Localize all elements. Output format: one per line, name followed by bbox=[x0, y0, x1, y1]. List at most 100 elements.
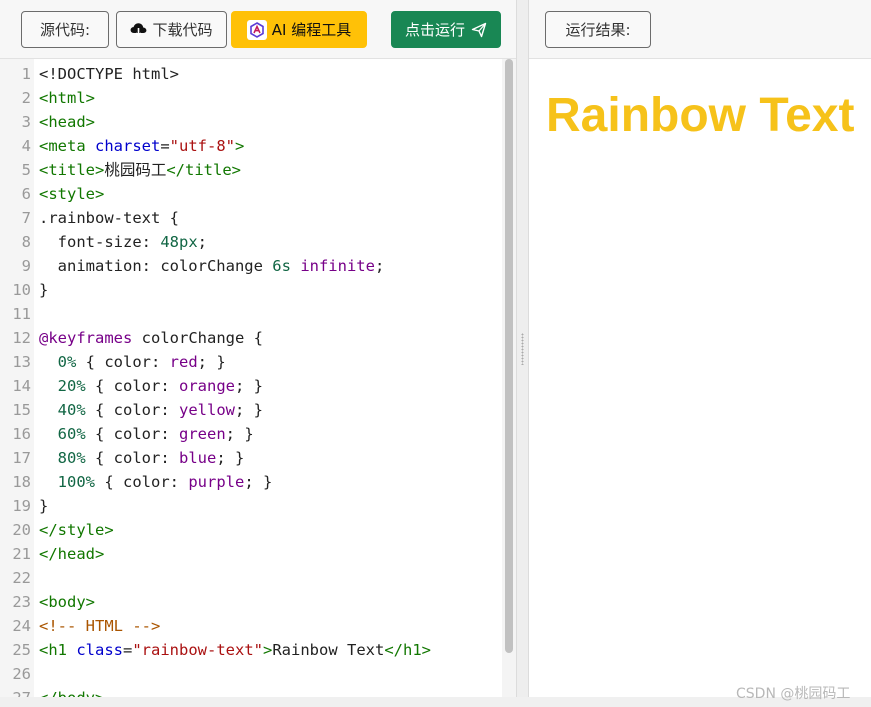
code-token: { color: bbox=[95, 473, 189, 491]
line-number: 26 bbox=[12, 665, 31, 683]
run-code-button[interactable]: 点击运行 bbox=[391, 11, 501, 48]
code-token: 48px bbox=[160, 233, 198, 251]
code-token: 6s bbox=[272, 257, 291, 275]
line-number: 2 bbox=[21, 89, 31, 107]
code-token: > bbox=[263, 641, 273, 659]
code-token: <body> bbox=[39, 593, 95, 611]
code-token: </body> bbox=[39, 689, 104, 697]
code-token: 100% bbox=[57, 473, 95, 491]
code-token: ; bbox=[374, 257, 385, 275]
code-token: { color: bbox=[85, 425, 179, 443]
code-text: 20% { color: orange; } bbox=[39, 374, 263, 398]
line-number: 16 bbox=[12, 425, 31, 443]
code-text: @keyframes colorChange { bbox=[39, 326, 263, 350]
code-text: 60% { color: green; } bbox=[39, 422, 254, 446]
code-text: </body> bbox=[39, 686, 104, 697]
line-number: 7 bbox=[21, 209, 31, 227]
line-number: 20 bbox=[12, 521, 31, 539]
code-text: 80% { color: blue; } bbox=[39, 446, 245, 470]
code-token: <h1 bbox=[39, 641, 77, 659]
download-code-button[interactable]: 下载代码 bbox=[116, 11, 227, 48]
line-number: 25 bbox=[12, 641, 31, 659]
line-number: 12 bbox=[12, 329, 31, 347]
ai-tool-icon bbox=[246, 19, 267, 40]
line-number: 22 bbox=[12, 569, 31, 587]
code-token: </title> bbox=[166, 161, 241, 179]
code-token: ; } bbox=[235, 377, 263, 395]
code-text: 0% { color: red; } bbox=[39, 350, 226, 374]
code-token: 0% bbox=[57, 353, 77, 371]
code-token: </style> bbox=[39, 521, 114, 539]
code-token: <head> bbox=[39, 113, 95, 131]
line-number: 3 bbox=[21, 113, 31, 131]
code-text: <body> bbox=[39, 590, 95, 614]
code-token: ; } bbox=[216, 449, 245, 467]
line-number: 10 bbox=[12, 281, 31, 299]
code-token: animation: colorChange bbox=[39, 257, 273, 275]
code-token: } bbox=[39, 281, 49, 299]
line-number: 21 bbox=[12, 545, 31, 563]
code-token: 40% bbox=[57, 401, 86, 419]
code-token: yellow bbox=[179, 401, 235, 419]
code-token: ; } bbox=[225, 425, 254, 443]
code-token: { color: bbox=[85, 449, 179, 467]
code-token: <meta bbox=[39, 137, 95, 155]
run-code-label: 点击运行 bbox=[404, 21, 465, 39]
source-toolbar: 源代码: 下载代码 AI 编程工具 点击运行 bbox=[0, 0, 516, 59]
editor-scrollbar-thumb[interactable] bbox=[505, 59, 513, 653]
code-text: font-size: 48px; bbox=[39, 230, 207, 254]
cloud-download-icon bbox=[130, 22, 147, 37]
code-token: blue bbox=[179, 449, 217, 467]
code-text: <head> bbox=[39, 110, 95, 134]
code-text: } bbox=[39, 494, 48, 518]
code-token: ; } bbox=[197, 353, 226, 371]
code-token: = bbox=[123, 641, 133, 659]
ai-coding-tool-label: AI 编程工具 bbox=[271, 21, 352, 39]
line-number: 23 bbox=[12, 593, 31, 611]
line-number: 15 bbox=[12, 401, 31, 419]
code-text: <h1 class="rainbow-text">Rainbow Text</h… bbox=[39, 638, 431, 662]
splitter-grip-icon[interactable] bbox=[521, 333, 524, 365]
code-token: <html> bbox=[39, 89, 95, 107]
code-text: <html> bbox=[39, 86, 95, 110]
ai-coding-tool-button[interactable]: AI 编程工具 bbox=[231, 11, 367, 48]
download-code-label: 下载代码 bbox=[152, 21, 213, 39]
code-text: <style> bbox=[39, 182, 104, 206]
code-token: </h1> bbox=[384, 641, 431, 659]
line-number: 27 bbox=[0, 686, 31, 697]
code-token: .rainbow-text { bbox=[39, 209, 179, 227]
code-text: <!-- HTML --> bbox=[39, 614, 160, 638]
line-number: 24 bbox=[12, 617, 31, 635]
code-editor[interactable]: 1 <!DOCTYPE html> 2 <html> 3 <head> 4 <meta cha… bbox=[0, 59, 502, 697]
code-text: <!DOCTYPE html> bbox=[39, 62, 179, 86]
line-number: 13 bbox=[12, 353, 31, 371]
code-token: <!DOCTYPE html> bbox=[39, 65, 179, 83]
code-token: "utf-8" bbox=[169, 137, 235, 155]
code-text: </head> bbox=[39, 542, 104, 566]
source-label-button[interactable]: 源代码: bbox=[21, 11, 109, 48]
code-token: purple bbox=[188, 473, 245, 491]
code-token: <!-- HTML --> bbox=[39, 617, 161, 635]
result-label-button[interactable]: 运行结果: bbox=[545, 11, 651, 48]
code-token: class bbox=[76, 641, 123, 659]
code-text: animation: colorChange 6s infinite; bbox=[39, 254, 385, 278]
code-token: infinite bbox=[300, 257, 375, 275]
code-token: "rainbow-text" bbox=[132, 641, 263, 659]
code-text: 100% { color: purple; } bbox=[39, 470, 273, 494]
line-number: 1 bbox=[21, 65, 31, 83]
result-toolbar: 运行结果: bbox=[529, 0, 871, 59]
code-token: > bbox=[235, 137, 245, 155]
line-number: 6 bbox=[21, 185, 31, 203]
rainbow-text-heading: Rainbow Text bbox=[546, 89, 855, 142]
code-token: { color: bbox=[85, 401, 179, 419]
editor-app: 源代码: 下载代码 AI 编程工具 点击运行 1 <!DOCTYPE html>… bbox=[0, 0, 871, 707]
code-text: <title>桃园码工</title> bbox=[39, 158, 241, 182]
code-token: charset bbox=[95, 137, 161, 155]
code-text: 40% { color: yellow; } bbox=[39, 398, 263, 422]
line-number: 11 bbox=[12, 305, 31, 323]
